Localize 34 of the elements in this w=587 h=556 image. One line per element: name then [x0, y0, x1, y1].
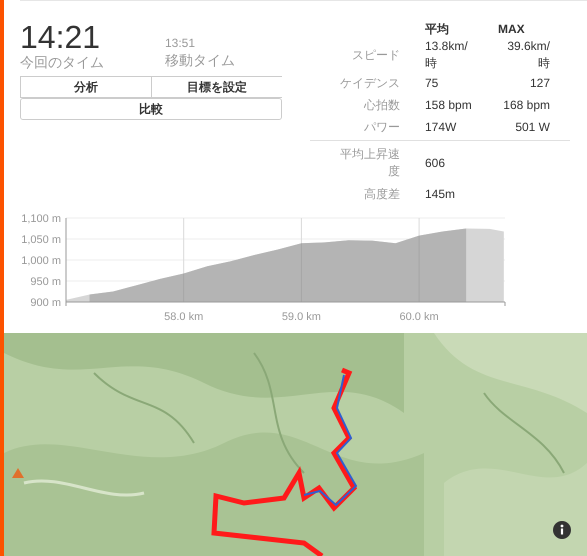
y-axis-label: 1,050 m: [21, 234, 61, 246]
x-axis-label: 60.0 km: [400, 311, 439, 323]
stat-value: 174W: [425, 118, 458, 136]
moving-time-label: 移動タイム: [165, 52, 235, 68]
column-header: MAX: [498, 21, 526, 38]
stat-value: 127: [528, 74, 550, 92]
stat-label: 高度差: [364, 186, 400, 200]
y-axis-label: 1,100 m: [21, 213, 61, 225]
moving-time: 13:51: [165, 35, 196, 52]
stat-value: 145m: [425, 186, 456, 203]
y-axis-label: 950 m: [30, 276, 61, 288]
action-button[interactable]: 目標を設定: [151, 76, 282, 98]
stat-label: ケイデンス: [340, 76, 400, 90]
stat-value: 158 bpm: [425, 96, 473, 114]
info-icon[interactable]: [553, 521, 571, 539]
stat-value: 13.8km/時: [425, 38, 469, 72]
elapsed-time: 14:21: [20, 20, 102, 54]
stat-label: 心拍数: [364, 98, 400, 112]
stat-value: 75: [425, 74, 440, 92]
stat-value: 168 bpm: [502, 96, 550, 114]
y-axis-label: 1,000 m: [21, 255, 61, 267]
column-header: 平均: [425, 21, 450, 38]
stat-value: 501 W: [514, 118, 550, 136]
x-axis-label: 58.0 km: [164, 311, 204, 323]
stat-label: スピード: [352, 48, 400, 62]
elapsed-time-label: 今回のタイム: [20, 54, 105, 70]
stat-label: パワー: [364, 120, 400, 134]
stat-value: 39.6km/時: [506, 38, 550, 72]
action-button[interactable]: 分析: [20, 76, 151, 98]
x-axis-label: 59.0 km: [282, 311, 321, 323]
action-button[interactable]: 比較: [20, 98, 282, 120]
stat-label: 平均上昇速度: [340, 147, 400, 178]
y-axis-label: 900 m: [30, 297, 61, 309]
stat-value: 606: [425, 155, 446, 172]
